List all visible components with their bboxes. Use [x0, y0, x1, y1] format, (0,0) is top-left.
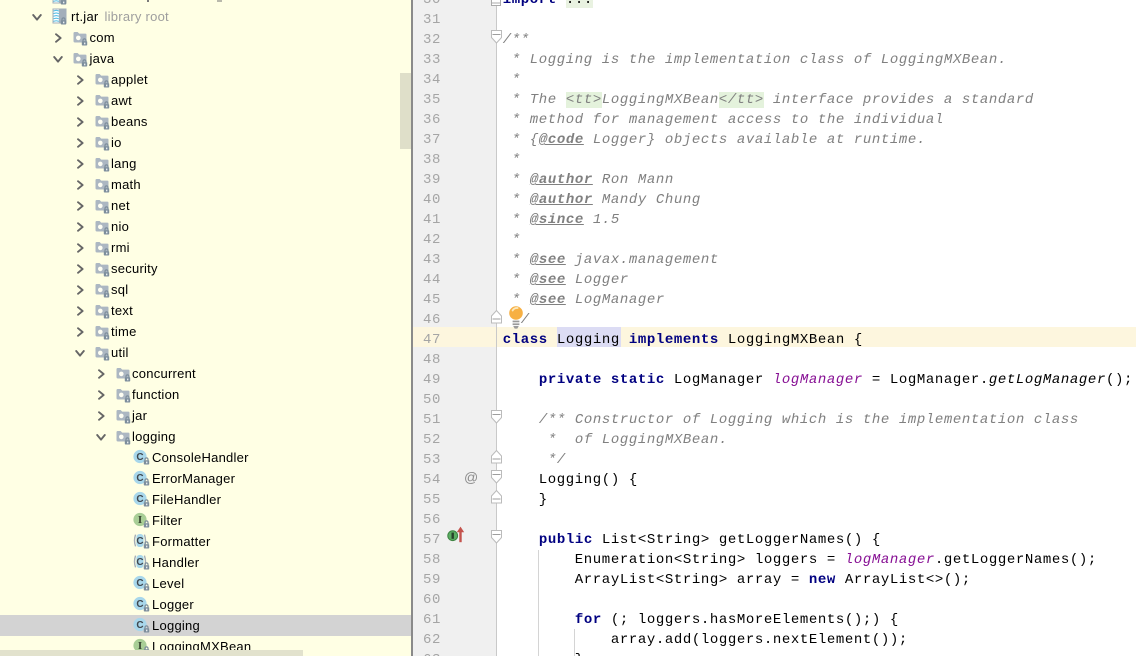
svg-text:I: I: [138, 514, 142, 526]
